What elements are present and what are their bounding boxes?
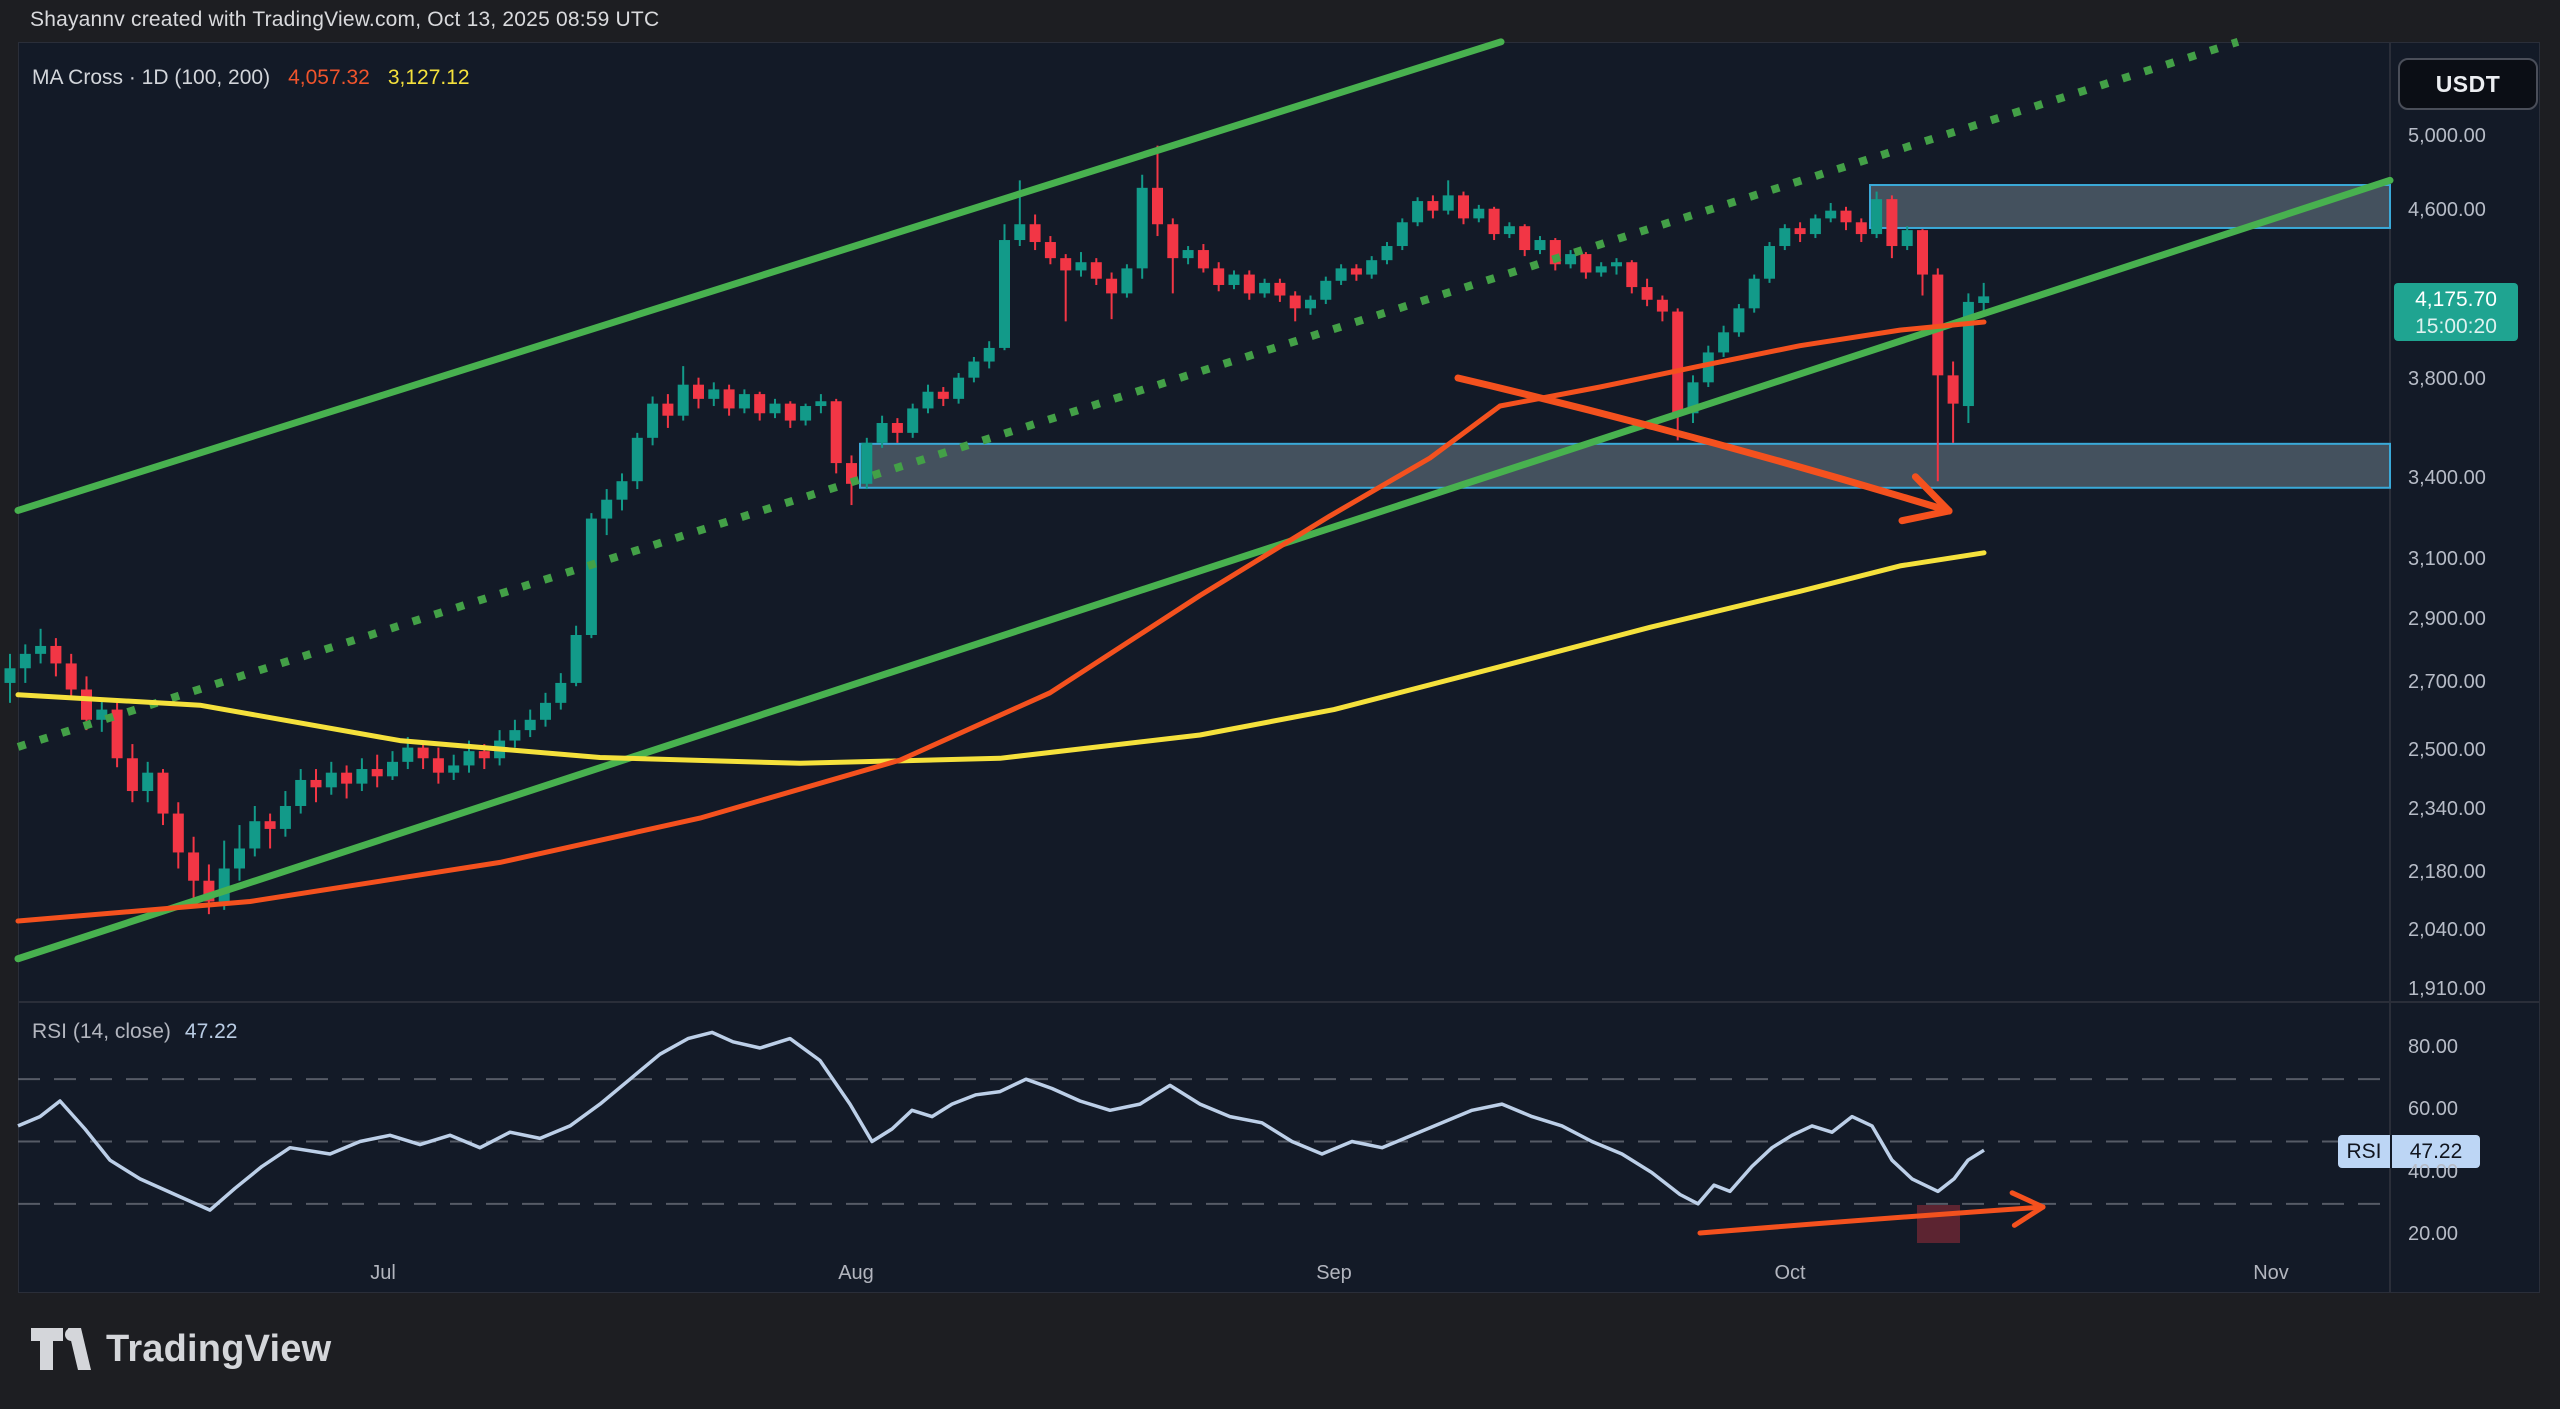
price-axis-label: 3,400.00 bbox=[2408, 467, 2486, 490]
tradingview-logo-icon bbox=[30, 1326, 92, 1372]
price-axis-label: 3,800.00 bbox=[2408, 368, 2486, 391]
chart-canvas[interactable] bbox=[0, 0, 2560, 1409]
price-axis-label: 3,100.00 bbox=[2408, 548, 2486, 571]
tradingview-footer[interactable]: TradingView bbox=[30, 1326, 331, 1372]
rsi-arrow-annotation bbox=[1700, 1207, 2043, 1233]
price-axis-label: 2,180.00 bbox=[2408, 861, 2486, 884]
price-axis-label: 4,600.00 bbox=[2408, 199, 2486, 222]
price-axis-label: 2,700.00 bbox=[2408, 671, 2486, 694]
rsi-axis-label: 80.00 bbox=[2408, 1036, 2458, 1059]
symbol-currency-button[interactable]: USDT bbox=[2398, 58, 2538, 110]
price-axis-label: 2,900.00 bbox=[2408, 608, 2486, 631]
price-axis-label: 2,340.00 bbox=[2408, 798, 2486, 821]
symbol-currency-label: USDT bbox=[2436, 71, 2501, 98]
indicator-legend[interactable]: MA Cross · 1D (100, 200) 4,057.32 3,127.12 bbox=[32, 66, 470, 90]
price-axis-label: 2,500.00 bbox=[2408, 739, 2486, 762]
current-price-value: 4,175.70 bbox=[2394, 286, 2518, 313]
channel-solid-line bbox=[18, 180, 2390, 958]
rsi-axis-label: 60.00 bbox=[2408, 1098, 2458, 1121]
bar-countdown: 15:00:20 bbox=[2394, 313, 2518, 340]
rsi-badge-label: RSI bbox=[2338, 1135, 2392, 1168]
rsi-label: RSI (14, close) bbox=[32, 1020, 171, 1043]
rsi-axis-label: 40.00 bbox=[2408, 1161, 2458, 1184]
price-axis-label: 2,040.00 bbox=[2408, 919, 2486, 942]
rsi-legend[interactable]: RSI (14, close) 47.22 bbox=[32, 1020, 237, 1044]
channel-solid-line bbox=[18, 42, 1501, 511]
price-axis-label: 1,910.00 bbox=[2408, 978, 2486, 1001]
time-axis-month-label: Jul bbox=[370, 1262, 396, 1285]
price-axis-label: 5,000.00 bbox=[2408, 125, 2486, 148]
time-axis-month-label: Oct bbox=[1774, 1262, 1805, 1285]
rsi-line bbox=[18, 1032, 1984, 1210]
ma100-value: 4,057.32 bbox=[288, 66, 370, 89]
time-axis-month-label: Sep bbox=[1316, 1262, 1352, 1285]
tradingview-snapshot: Shayannv created with TradingView.com, O… bbox=[0, 0, 2560, 1409]
ma200-value: 3,127.12 bbox=[388, 66, 470, 89]
time-axis-month-label: Nov bbox=[2253, 1262, 2289, 1285]
current-price-badge[interactable]: 4,175.70 15:00:20 bbox=[2394, 283, 2518, 341]
ma200-line bbox=[18, 553, 1984, 764]
rsi-axis-label: 20.00 bbox=[2408, 1223, 2458, 1246]
brand-text: TradingView bbox=[106, 1328, 331, 1371]
rsi-highlight-box bbox=[1917, 1205, 1960, 1243]
ma-cross-label: MA Cross · 1D (100, 200) bbox=[32, 66, 270, 89]
support-zone[interactable] bbox=[860, 444, 2390, 488]
rsi-current-value: 47.22 bbox=[185, 1020, 238, 1043]
time-axis-month-label: Aug bbox=[838, 1262, 874, 1285]
